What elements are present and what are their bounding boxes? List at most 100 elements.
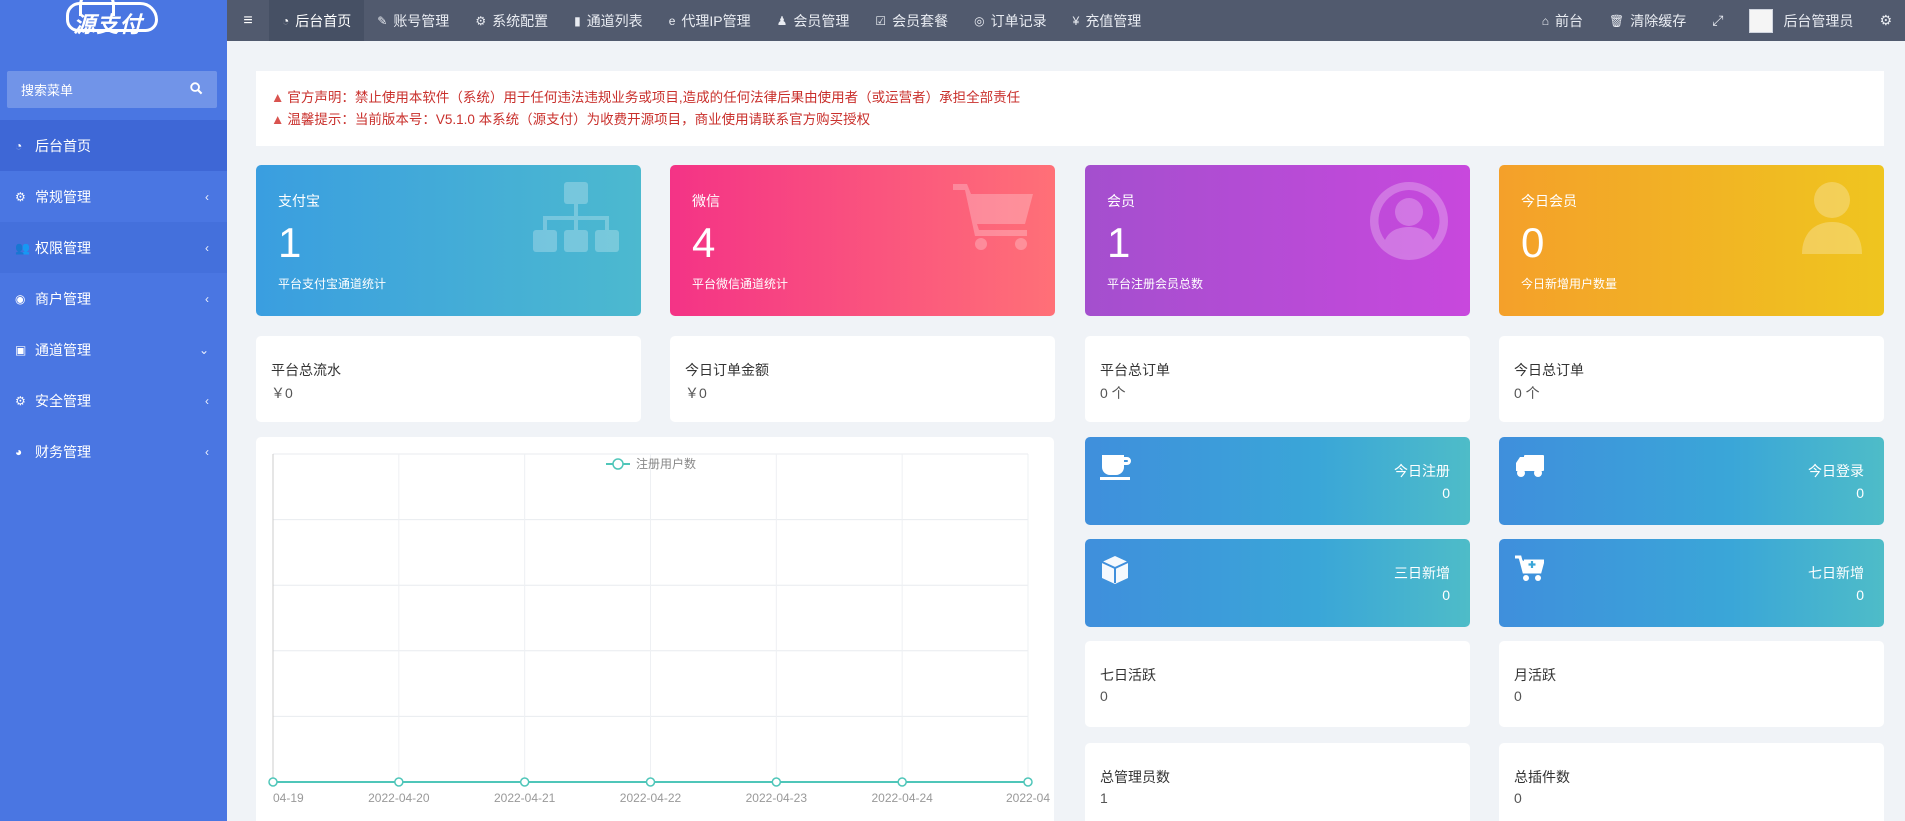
nav-tab-label: 会员套餐 (892, 12, 949, 29)
sidebar-item[interactable]: ⚙ 常规管理 ‹ (0, 171, 227, 222)
chevron-down-icon: ⌄ (198, 342, 209, 357)
fullscreen-icon[interactable]: ⤢ (1699, 0, 1736, 41)
settings-gears-icon[interactable]: ⚙ (1866, 0, 1905, 41)
data-point[interactable] (771, 777, 782, 787)
card-title: 总管理员数 (1100, 769, 1170, 785)
sidebar-item-label: 权限管理 (35, 239, 91, 256)
register-chart-card: 04-19 2022-04-20 2022-04-21 2022-04-22 2022-… (256, 437, 1054, 821)
stat-sub: 平台微信通道统计 (692, 277, 789, 291)
cogs-icon: ⚙ (15, 189, 26, 204)
data-point[interactable] (645, 777, 656, 787)
sidebar-item-label: 后台首页 (35, 137, 91, 154)
sidebar-item[interactable]: 👥 权限管理 ‹ (0, 222, 227, 273)
check-square-icon: ☑ (875, 13, 887, 28)
nav-tab[interactable]: ⚙ 系统配置 (462, 0, 561, 41)
search-icon[interactable] (190, 81, 203, 98)
today-register-card: 今日注册 0 (1085, 437, 1470, 525)
top-navbar: ≡ ◔ 后台首页 ✎ 账号管理 ⚙ 系统配置 ▮ 通道列表 e 代理IP管理 ♟ 会员管理 ☑ 会员套餐 ◎… (227, 0, 1905, 41)
nav-tab[interactable]: ◎ 订单记录 (961, 0, 1059, 41)
stat-value: 1 (1107, 219, 1131, 266)
x-tick-label: 2022-04-20 (368, 791, 430, 805)
search-menu-input[interactable]: 搜索菜单 (7, 71, 217, 108)
sidebar-item-label: 通道管理 (35, 341, 91, 358)
mini-label: 今日登录 (1808, 463, 1864, 479)
shopping-cart-icon (951, 180, 1035, 257)
nav-tab-label: 订单记录 (990, 12, 1047, 29)
stat-label: 微信 (692, 193, 720, 209)
mini-value: 0 (1442, 587, 1450, 603)
signal-icon: ▮ (574, 13, 581, 28)
card-value: 0 个 (1100, 385, 1126, 401)
today-login-card: 今日登录 0 (1499, 437, 1884, 525)
data-point[interactable] (394, 777, 404, 787)
user-icon: ♟ (776, 13, 788, 28)
chevron-left-icon: ‹ (205, 189, 209, 204)
user-icon (1800, 180, 1864, 261)
admin-name: 后台管理员 (1783, 12, 1854, 29)
data-point[interactable] (1023, 777, 1033, 787)
nav-tab[interactable]: ☑ 会员套餐 (862, 0, 961, 41)
card-title: 平台总订单 (1100, 362, 1170, 378)
coffee-icon (1100, 453, 1132, 488)
mini-value: 0 (1442, 485, 1450, 501)
mini-label: 今日注册 (1394, 463, 1450, 479)
card-value: 0 个 (1514, 385, 1540, 401)
notice-panel: ▲ 官方声明：禁止使用本软件（系统）用于任何违法违规业务或项目,造成的任何法律后果… (256, 71, 1884, 146)
chevron-left-icon: ‹ (205, 393, 209, 408)
mini-label: 三日新增 (1394, 565, 1450, 581)
nav-tab-label: 系统配置 (492, 12, 549, 29)
cube-icon (1100, 555, 1130, 592)
sidebar-item[interactable]: ◕ 财务管理 ‹ (0, 426, 227, 477)
today-order-amount-card: 今日订单金额 ￥0 (670, 336, 1055, 422)
stat-label: 支付宝 (278, 193, 320, 209)
x-tick-label: 2022-04-23 (746, 791, 808, 805)
total-flow-card: 平台总流水 ￥0 (256, 336, 641, 422)
card-value: ￥0 (685, 385, 707, 401)
x-tick-label: 2022-04-22 (620, 791, 682, 805)
stat-value: 4 (692, 219, 716, 266)
frontend-link[interactable]: ⌂ 前台 (1529, 0, 1596, 41)
dashboard-icon: ◔ (15, 138, 23, 153)
sidebar-item[interactable]: ◉ 商户管理 ‹ (0, 273, 227, 324)
nav-tab[interactable]: ✎ 账号管理 (364, 0, 462, 41)
card-title: 七日活跃 (1100, 667, 1156, 683)
x-tick-label: 2022-04-21 (494, 791, 556, 805)
card-title: 今日总订单 (1514, 362, 1584, 378)
users-icon: 👥 (15, 240, 30, 255)
monthly-active-card: 月活跃 0 (1499, 641, 1884, 727)
mini-label: 七日新增 (1808, 565, 1864, 581)
logo[interactable]: 源支付 (0, 0, 227, 46)
x-tick-label: 2022-04 (1006, 791, 1050, 805)
gear-icon: ⚙ (475, 13, 487, 28)
register-users-line-chart: 04-19 2022-04-20 2022-04-21 2022-04-22 2022-… (268, 453, 1050, 805)
sidebar-item[interactable]: ◔ 后台首页 (0, 120, 227, 171)
chrome-icon: ◎ (974, 13, 985, 28)
nav-tab[interactable]: ▮ 通道列表 (561, 0, 656, 41)
card-value: 0 (1514, 688, 1522, 704)
menu-toggle-icon[interactable]: ≡ (227, 12, 269, 30)
admin-profile[interactable]: 后台管理员 (1736, 0, 1866, 41)
nav-tab[interactable]: ♟ 会员管理 (764, 0, 863, 41)
sidebar-item[interactable]: ▣ 通道管理 ⌄ (0, 324, 227, 375)
nav-tab-label: 代理IP管理 (681, 12, 751, 29)
card-title: 平台总流水 (271, 362, 341, 378)
data-point[interactable] (519, 777, 530, 787)
total-orders-card: 平台总订单 0 个 (1085, 336, 1470, 422)
dashboard-icon: ◔ (282, 13, 290, 28)
nav-tab[interactable]: ◔ 后台首页 (269, 0, 365, 41)
avatar (1749, 8, 1774, 33)
nav-tab-label: 后台首页 (295, 12, 352, 29)
data-point[interactable] (897, 777, 907, 787)
user-circle-icon (1368, 180, 1450, 267)
mini-value: 0 (1856, 587, 1864, 603)
sidebar-item[interactable]: ⚙ 安全管理 ‹ (0, 375, 227, 426)
legend-marker[interactable] (612, 458, 624, 470)
data-point[interactable] (268, 777, 278, 787)
x-tick-label: 2022-04-24 (871, 791, 933, 805)
seven-day-active-card: 七日活跃 0 (1085, 641, 1470, 727)
sidebar-item-label: 商户管理 (35, 290, 91, 307)
nav-tab[interactable]: ¥ 充值管理 (1060, 0, 1155, 41)
clear-cache-button[interactable]: 🗑 清除缓存 (1596, 0, 1699, 41)
nav-tab[interactable]: e 代理IP管理 (656, 0, 764, 41)
wechat-stat-card: 微信 4 平台微信通道统计 (670, 165, 1055, 316)
